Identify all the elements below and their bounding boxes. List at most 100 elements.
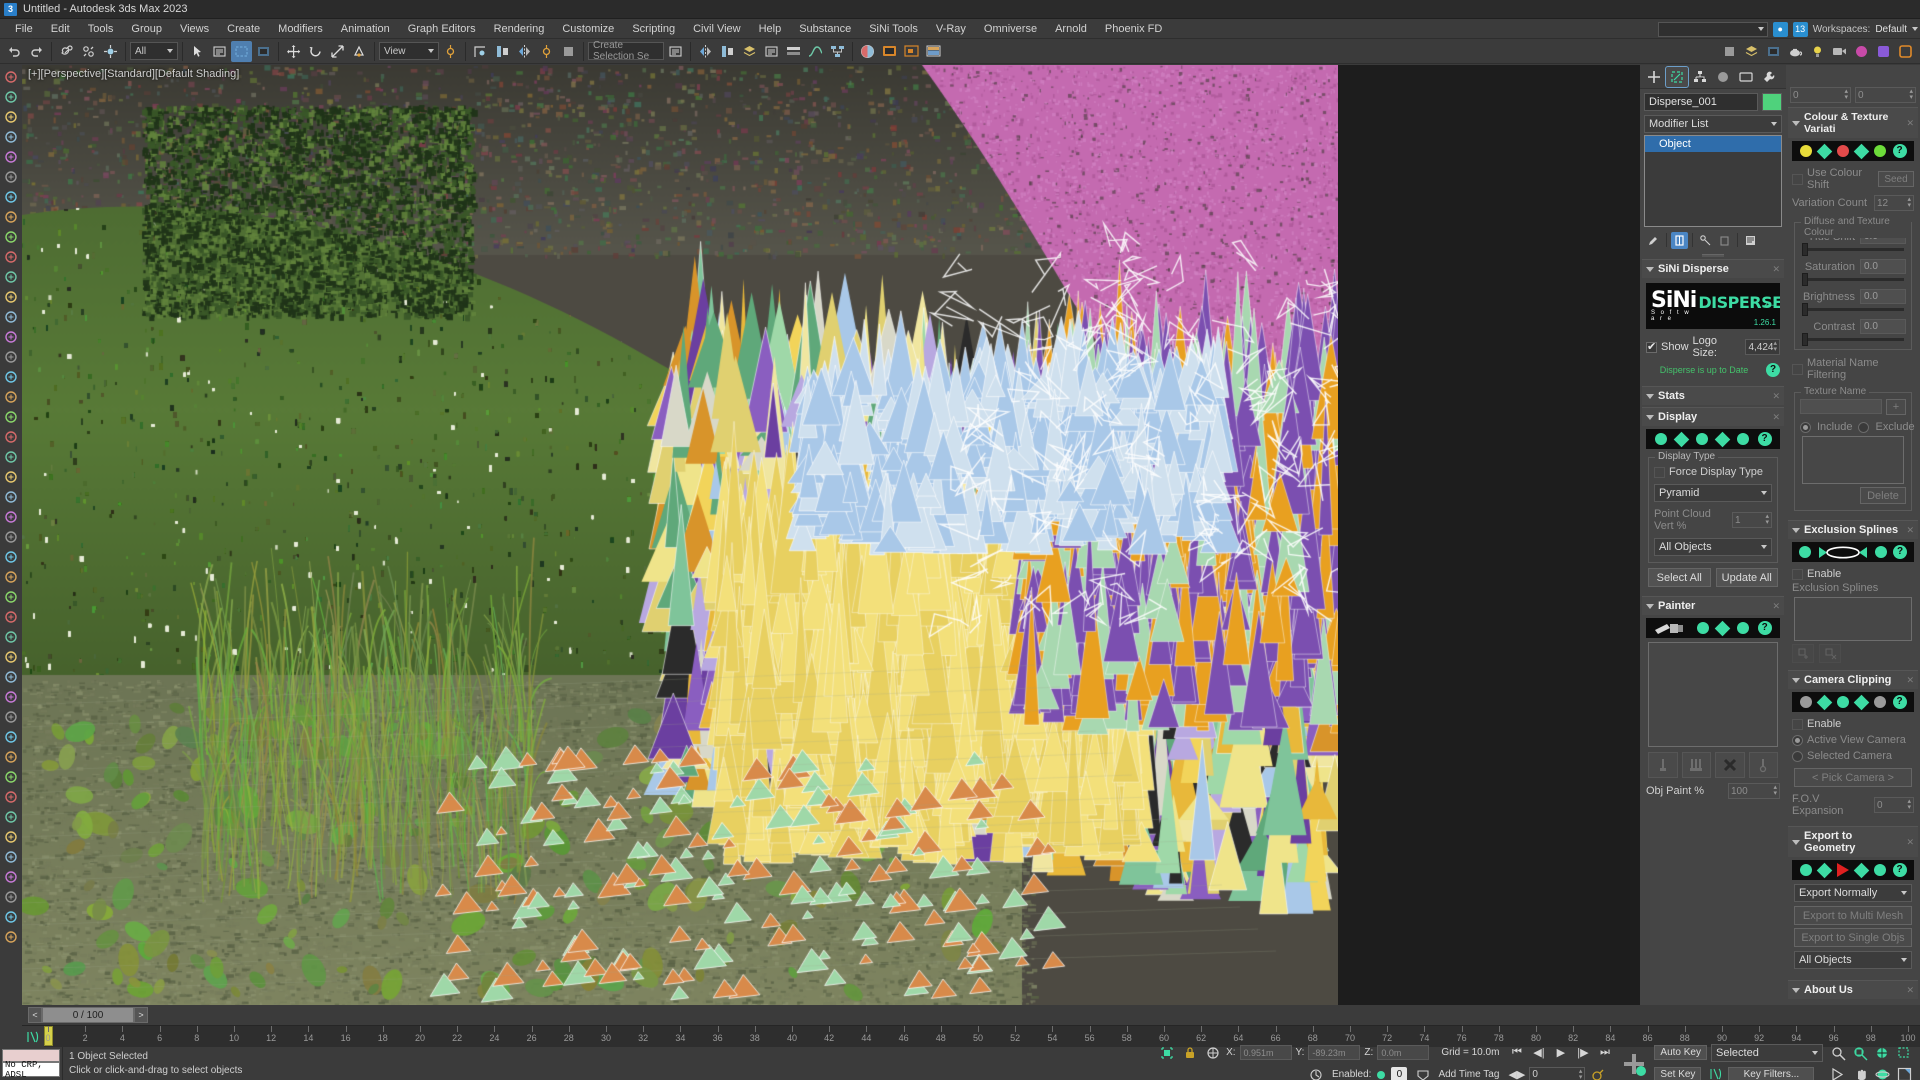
orbit-icon[interactable]: [1873, 1065, 1892, 1080]
display-circle-icon-2[interactable]: [1695, 433, 1708, 445]
bind-to-space-warp-button[interactable]: [100, 41, 121, 62]
selected-camera-radio[interactable]: [1792, 750, 1803, 762]
pin-stack-icon[interactable]: [1645, 232, 1662, 249]
active-view-camera-radio[interactable]: [1792, 734, 1803, 746]
left-tool-15-icon[interactable]: [2, 347, 21, 366]
left-tool-14-icon[interactable]: [2, 327, 21, 346]
painter-add-multiple-icon[interactable]: [1681, 752, 1711, 778]
camera-button[interactable]: [1829, 41, 1850, 62]
help-icon[interactable]: ?: [1892, 863, 1907, 877]
left-tool-37-icon[interactable]: [2, 787, 21, 806]
export-diamond-icon-2[interactable]: [1853, 862, 1869, 878]
camera-grey-circle-icon-2[interactable]: [1873, 696, 1886, 708]
left-tool-3-icon[interactable]: [2, 107, 21, 126]
painter-add-icon[interactable]: [1648, 752, 1678, 778]
left-tool-20-icon[interactable]: [2, 447, 21, 466]
spinner-arrows-icon[interactable]: [1907, 197, 1911, 209]
close-icon[interactable]: ✕: [1772, 601, 1780, 612]
viewport-render[interactable]: [22, 65, 1338, 1005]
left-tool-38-icon[interactable]: [2, 807, 21, 826]
menu-item-file[interactable]: File: [6, 21, 42, 37]
select-and-scale-button[interactable]: [327, 41, 348, 62]
enabled-count[interactable]: 0: [1391, 1067, 1408, 1080]
display-tab[interactable]: [1735, 67, 1757, 87]
select-all-button[interactable]: Select All: [1648, 568, 1711, 587]
left-tool-31-icon[interactable]: [2, 667, 21, 686]
sign-in-icon[interactable]: ●: [1772, 21, 1788, 37]
select-object-button[interactable]: [187, 41, 208, 62]
utilities-tab[interactable]: [1758, 67, 1780, 87]
maximize-viewport-icon[interactable]: [1895, 1065, 1914, 1080]
notification-badge[interactable]: 13: [1792, 21, 1808, 37]
render-production-button[interactable]: [923, 41, 944, 62]
rollout-header-about-us[interactable]: About Us ✕: [1788, 980, 1918, 999]
slider-knob[interactable]: [1802, 243, 1808, 256]
left-tool-9-icon[interactable]: [2, 227, 21, 246]
time-configuration-icon[interactable]: [1588, 1065, 1607, 1080]
close-icon[interactable]: ✕: [1906, 675, 1914, 686]
select-and-place-button[interactable]: [349, 41, 370, 62]
project-folder-button[interactable]: [1719, 41, 1740, 62]
motion-tab[interactable]: [1712, 67, 1734, 87]
include-radio[interactable]: [1800, 421, 1811, 433]
left-tool-24-icon[interactable]: [2, 527, 21, 546]
time-slider-prev-button[interactable]: <: [28, 1007, 42, 1023]
exclusion-enable-checkbox[interactable]: [1792, 568, 1803, 580]
modifier-stack[interactable]: Object: [1644, 135, 1782, 227]
remove-modifier-icon[interactable]: [1716, 232, 1733, 249]
close-icon[interactable]: ✕: [1772, 264, 1780, 275]
exclusion-circle-icon-2[interactable]: [1875, 546, 1887, 558]
maxscript-input-field[interactable]: No CRP, ADSL: [2, 1060, 60, 1080]
menu-item-arnold[interactable]: Arnold: [1046, 21, 1096, 37]
left-tool-39-icon[interactable]: [2, 827, 21, 846]
spinner-arrows-icon[interactable]: [1907, 799, 1911, 811]
key-mode-icon[interactable]: [1307, 1065, 1326, 1080]
key-filters-toggle-icon[interactable]: [1705, 1065, 1724, 1080]
menu-item-modifiers[interactable]: Modifiers: [269, 21, 332, 37]
export-single-objs-button[interactable]: Export to Single Objs: [1794, 928, 1912, 947]
angle-snap-toggle-button[interactable]: [514, 41, 535, 62]
left-tool-4-icon[interactable]: [2, 127, 21, 146]
zoom-all-icon[interactable]: [1851, 1044, 1870, 1063]
colour-green-circle-icon[interactable]: [1873, 145, 1886, 157]
camera-diamond-icon-1[interactable]: [1816, 694, 1832, 710]
exclusion-splines-list[interactable]: [1794, 597, 1912, 641]
left-tool-13-icon[interactable]: [2, 307, 21, 326]
export-circle-icon-2[interactable]: [1873, 864, 1886, 876]
use-colour-shift-checkbox[interactable]: [1792, 173, 1803, 185]
brightness-slider[interactable]: [1802, 303, 1904, 316]
colour-diamond-icon-2[interactable]: [1853, 143, 1869, 159]
absolute-relative-toggle-icon[interactable]: [1203, 1043, 1222, 1062]
display-circle-icon-1[interactable]: [1654, 433, 1667, 445]
pan-view-icon[interactable]: [1851, 1065, 1870, 1080]
create-tab[interactable]: [1643, 67, 1665, 87]
spinner-arrows-icon[interactable]: [1844, 89, 1848, 101]
exclusion-remove-icon[interactable]: [1819, 644, 1841, 663]
left-tool-28-icon[interactable]: [2, 607, 21, 626]
selection-filter-dropdown[interactable]: All: [130, 42, 178, 60]
help-icon[interactable]: ?: [1757, 621, 1772, 635]
render-setup-button[interactable]: [879, 41, 900, 62]
help-icon[interactable]: ?: [1893, 545, 1907, 559]
close-icon[interactable]: ✕: [1906, 525, 1914, 536]
rollout-header-colour-texture-variation[interactable]: Colour & Texture Variati ✕: [1788, 107, 1918, 138]
spinner-snap-toggle-button[interactable]: [558, 41, 579, 62]
left-tool-29-icon[interactable]: [2, 627, 21, 646]
select-link-button[interactable]: [56, 41, 77, 62]
display-objects-filter-dropdown[interactable]: All Objects: [1654, 538, 1772, 556]
rollout-header-camera-clipping[interactable]: Camera Clipping ✕: [1788, 670, 1918, 689]
current-frame-field[interactable]: 0: [1529, 1066, 1586, 1080]
camera-circle-icon[interactable]: [1836, 696, 1849, 708]
rollout-header-exclusion-splines[interactable]: Exclusion Splines ✕: [1788, 520, 1918, 539]
select-and-rotate-button[interactable]: [305, 41, 326, 62]
left-tool-16-icon[interactable]: [2, 367, 21, 386]
menu-item-tools[interactable]: Tools: [79, 21, 123, 37]
select-and-move-button[interactable]: [283, 41, 304, 62]
menu-item-graph-editors[interactable]: Graph Editors: [399, 21, 485, 37]
saturation-slider[interactable]: [1802, 273, 1904, 286]
help-icon[interactable]: ?: [1766, 363, 1780, 377]
rendered-frame-window-button[interactable]: [901, 41, 922, 62]
modifier-list-dropdown[interactable]: Modifier List: [1644, 115, 1782, 133]
menu-item-scripting[interactable]: Scripting: [623, 21, 684, 37]
left-tool-7-icon[interactable]: [2, 187, 21, 206]
